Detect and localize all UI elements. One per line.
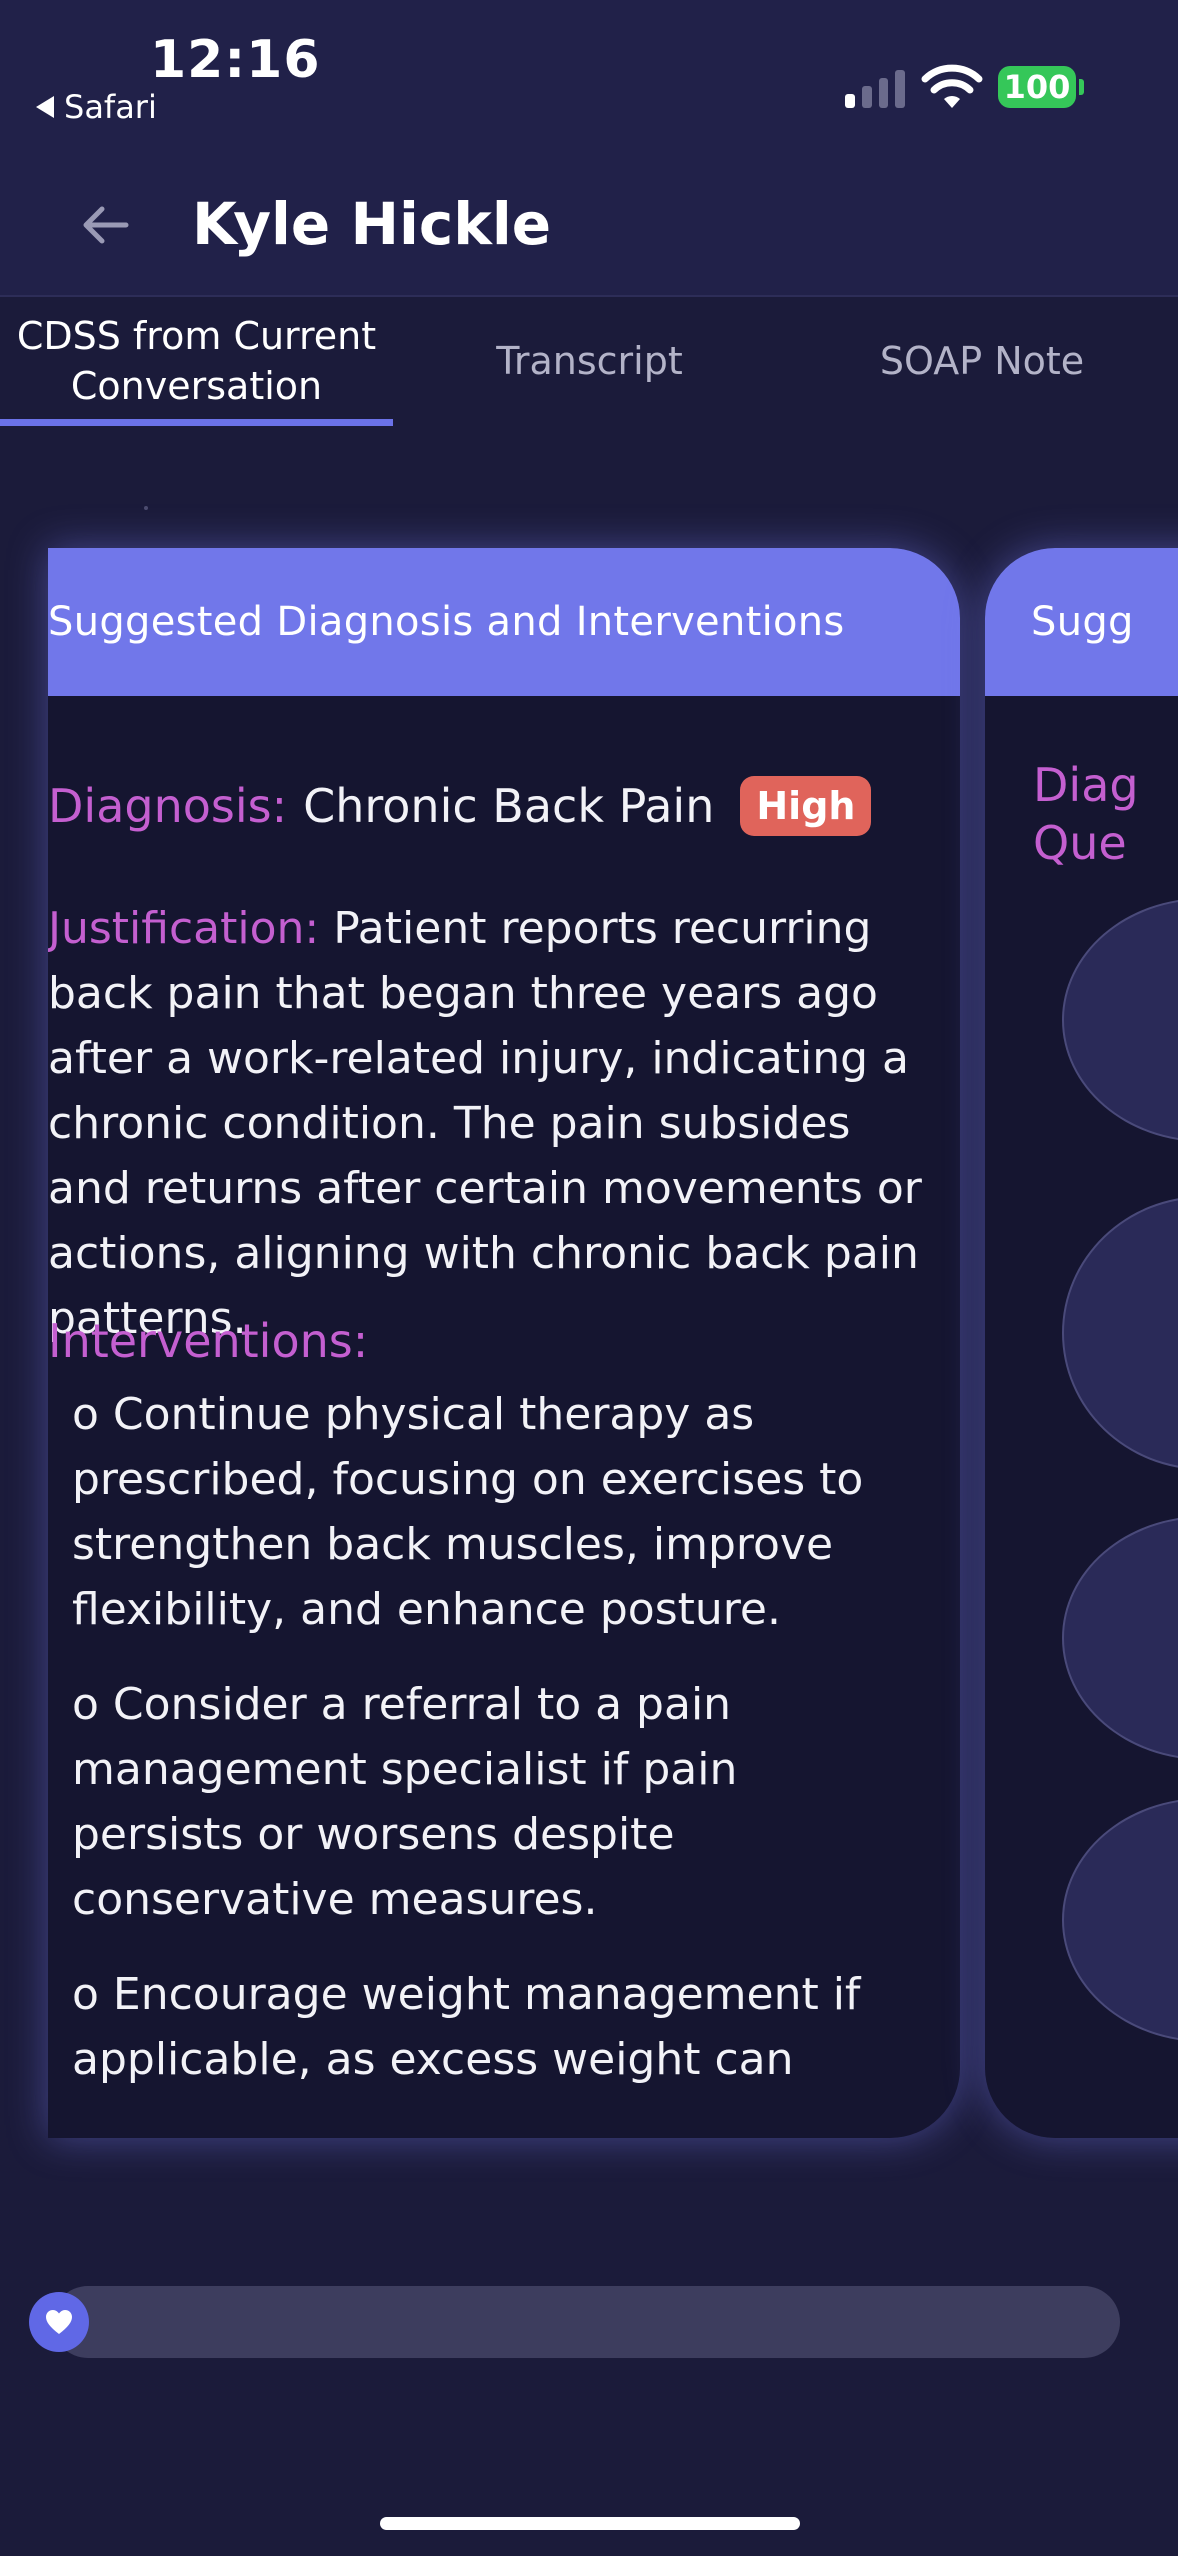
battery-icon: 100 <box>998 66 1076 108</box>
diagnosis-label: Diagnosis: <box>48 779 288 833</box>
back-triangle-icon <box>36 96 54 118</box>
back-to-safari[interactable]: Safari <box>36 88 157 126</box>
questions-card-title: Sugg <box>985 548 1178 696</box>
active-tab-indicator <box>0 419 393 426</box>
interventions-label: Interventions: <box>48 1314 369 1368</box>
decorative-dot <box>144 506 148 510</box>
tab-bar: CDSS from Current Conversation Transcrip… <box>0 297 1178 432</box>
wifi-icon <box>921 64 983 108</box>
question-bubble[interactable] <box>1062 1798 1178 2042</box>
back-app-label: Safari <box>64 88 157 126</box>
app-header: Kyle Hickle <box>0 160 1178 297</box>
tab-transcript[interactable]: Transcript <box>393 297 786 425</box>
progress-track[interactable] <box>52 2286 1120 2358</box>
interventions-list: o Continue physical therapy as prescribe… <box>72 1382 892 2122</box>
signal-icon <box>845 68 905 108</box>
status-bar: 12:16 Safari 100 <box>0 0 1178 160</box>
heart-icon <box>46 2310 72 2334</box>
question-bubble[interactable] <box>1062 1516 1178 1760</box>
page-title: Kyle Hickle <box>192 190 552 258</box>
justification-text: Justification: Patient reports recurring… <box>48 896 928 1351</box>
severity-badge: High <box>740 776 872 836</box>
diagnosis-value: Chronic Back Pain <box>303 779 715 833</box>
arrow-left-icon[interactable] <box>76 200 136 250</box>
diagnosis-card[interactable]: Suggested Diagnosis and Interventions Di… <box>48 548 960 2138</box>
cards-carousel[interactable]: Suggested Diagnosis and Interventions Di… <box>0 430 1178 2190</box>
home-indicator[interactable] <box>380 2517 800 2530</box>
questions-card[interactable]: Sugg Diag Que <box>985 548 1178 2138</box>
battery-tip <box>1079 79 1084 95</box>
diagnosis-row: Diagnosis: Chronic Back Pain High <box>48 776 872 836</box>
justification-value: Patient reports recurring back pain that… <box>48 903 922 1344</box>
questions-label: Diag Que <box>1033 758 1139 870</box>
intervention-item: o Encourage weight management if applica… <box>72 1969 861 2085</box>
question-bubble[interactable] <box>1062 898 1178 1142</box>
status-time: 12:16 <box>150 30 321 90</box>
justification-label: Justification: <box>48 903 320 954</box>
question-bubble[interactable] <box>1062 1196 1178 1470</box>
heart-button[interactable] <box>29 2292 89 2352</box>
intervention-item: o Continue physical therapy as prescribe… <box>72 1389 864 1635</box>
tab-cdss[interactable]: CDSS from Current Conversation <box>0 297 393 425</box>
tab-soap-note[interactable]: SOAP Note <box>786 297 1178 425</box>
intervention-item: o Consider a referral to a pain manageme… <box>72 1679 738 1925</box>
diagnosis-card-title: Suggested Diagnosis and Interventions <box>48 548 960 696</box>
